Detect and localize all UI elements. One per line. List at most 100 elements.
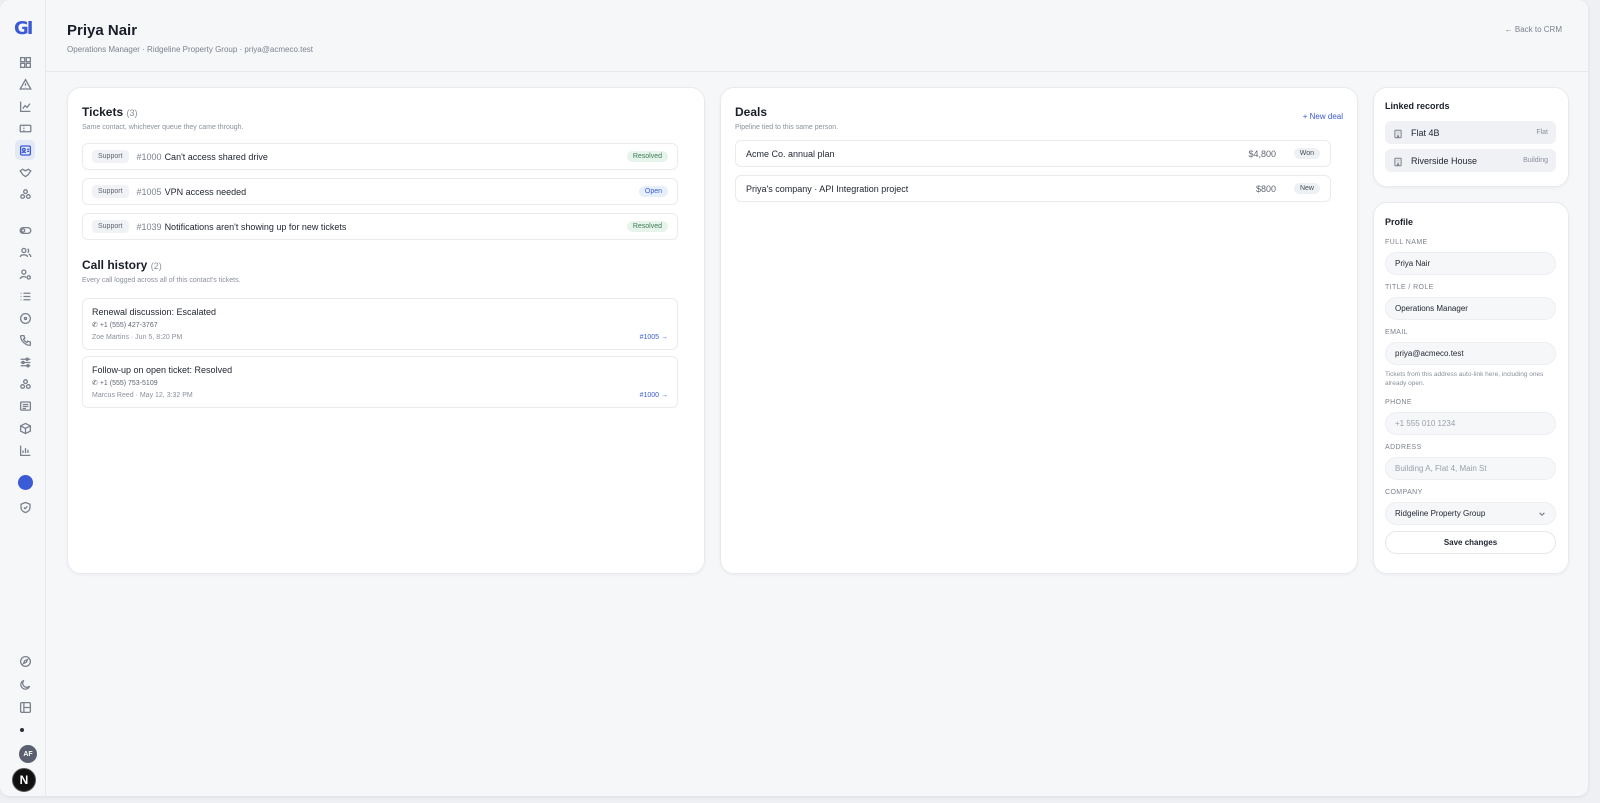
- linked-record-name: Flat 4B: [1411, 127, 1440, 138]
- profile-title: Profile: [1385, 217, 1414, 227]
- call-history-count: (2): [150, 261, 162, 271]
- linked-record-type: Flat: [1536, 129, 1548, 136]
- call-history-description: Every call logged across all of this con…: [82, 277, 241, 284]
- bar-chart-icon[interactable]: [15, 440, 35, 460]
- linked-record-type: Building: [1523, 157, 1548, 164]
- status-badge: Resolved: [626, 221, 668, 232]
- deal-row[interactable]: Priya's company · API Integration projec…: [735, 175, 1331, 202]
- avatar[interactable]: AF: [19, 745, 37, 763]
- app-window: GI AF N Priya Nair Operations Manager · …: [0, 0, 1588, 796]
- ticket-row[interactable]: Support #1000 Can't access shared drive …: [82, 143, 678, 170]
- address-label: ADDRESS: [1385, 444, 1422, 451]
- contacts-icon[interactable]: [15, 140, 35, 160]
- status-badge: Resolved: [626, 151, 668, 162]
- call-meta: Zoe Martins · Jun 5, 8:20 PM: [92, 334, 183, 341]
- call-phone-line: ✆ +1 (555) 753-5109: [92, 379, 158, 387]
- back-to-crm-link[interactable]: ← Back to CRM: [1505, 25, 1562, 34]
- deals-title: Deals: [735, 105, 768, 119]
- chevron-down-icon: [1538, 510, 1546, 518]
- ticket-title: Notifications aren't showing up for new …: [164, 221, 347, 232]
- ticket-row[interactable]: Support #1005 VPN access needed Open: [82, 178, 678, 205]
- role-field[interactable]: [1385, 297, 1556, 320]
- deal-amount: $4,800: [1248, 149, 1276, 159]
- new-deal-button[interactable]: + New deal: [1303, 112, 1343, 121]
- shield-icon[interactable]: [15, 497, 35, 517]
- queue-tag: Support: [92, 220, 129, 233]
- box-icon[interactable]: [15, 418, 35, 438]
- sidebar: GI AF N: [0, 0, 46, 796]
- sliders-icon[interactable]: [15, 352, 35, 372]
- page-header: Priya Nair Operations Manager · Ridgelin…: [46, 0, 1588, 72]
- call-item[interactable]: Renewal discussion: Escalated ✆ +1 (555)…: [82, 298, 678, 350]
- users-icon[interactable]: [15, 242, 35, 262]
- ticket-number: #1005: [136, 186, 162, 197]
- full-name-label: FULL NAME: [1385, 239, 1428, 246]
- call-ticket-link[interactable]: #1000 →: [640, 392, 668, 399]
- ticket-icon[interactable]: [15, 118, 35, 138]
- status-dot[interactable]: [18, 475, 33, 490]
- full-name-field[interactable]: [1385, 252, 1556, 275]
- app-logo[interactable]: GI: [14, 18, 36, 40]
- linked-record-item[interactable]: Flat 4B Flat: [1385, 121, 1556, 144]
- compass-icon[interactable]: [15, 651, 35, 671]
- moon-icon[interactable]: [15, 674, 35, 694]
- email-label: EMAIL: [1385, 329, 1409, 336]
- ticket-number: #1000: [136, 151, 162, 162]
- deal-stage-badge: New: [1293, 183, 1320, 194]
- phone-icon[interactable]: [15, 330, 35, 350]
- apps-icon[interactable]: [15, 374, 35, 394]
- company-value: Ridgeline Property Group: [1395, 509, 1486, 518]
- status-badge: Open: [638, 186, 668, 197]
- indicator-dot: [20, 728, 24, 732]
- chart-icon[interactable]: [15, 96, 35, 116]
- phone-icon: ✆: [92, 322, 100, 329]
- save-changes-button[interactable]: Save changes: [1385, 531, 1556, 554]
- handshake-icon[interactable]: [15, 162, 35, 182]
- company-label: COMPANY: [1385, 489, 1423, 496]
- profile-card: Profile FULL NAME TITLE / ROLE EMAIL Tic…: [1373, 202, 1569, 574]
- company-select[interactable]: Ridgeline Property Group: [1385, 502, 1556, 525]
- alert-icon[interactable]: [15, 74, 35, 94]
- tickets-title: Tickets: [82, 105, 124, 119]
- n-badge[interactable]: N: [12, 768, 36, 792]
- call-meta: Marcus Reed · May 12, 3:32 PM: [92, 392, 193, 399]
- linked-record-item[interactable]: Riverside House Building: [1385, 149, 1556, 172]
- deals-description: Pipeline tied to this same person.: [735, 124, 839, 131]
- page-subtitle: Operations Manager · Ridgeline Property …: [67, 45, 314, 54]
- layout-icon[interactable]: [15, 697, 35, 717]
- deals-card: Deals Pipeline tied to this same person.…: [720, 87, 1358, 574]
- phone-field[interactable]: [1385, 412, 1556, 435]
- deal-row[interactable]: Acme Co. annual plan $4,800 Won: [735, 140, 1331, 167]
- ticket-row[interactable]: Support #1039 Notifications aren't showi…: [82, 213, 678, 240]
- deal-stage-badge: Won: [1293, 148, 1320, 159]
- call-phone: +1 (555) 427-3767: [99, 322, 158, 329]
- role-label: TITLE / ROLE: [1385, 284, 1434, 291]
- tickets-count: (3): [126, 108, 138, 118]
- ticket-number: #1039: [136, 221, 162, 232]
- queue-tag: Support: [92, 150, 129, 163]
- queue-tag: Support: [92, 185, 129, 198]
- email-field[interactable]: [1385, 342, 1556, 365]
- ticket-title: Can't access shared drive: [164, 151, 268, 162]
- integrations-icon[interactable]: [15, 184, 35, 204]
- call-phone: +1 (555) 753-5109: [99, 380, 158, 387]
- list-icon[interactable]: [15, 286, 35, 306]
- call-ticket-link[interactable]: #1005 →: [640, 334, 668, 341]
- call-title: Follow-up on open ticket: Resolved: [92, 365, 233, 375]
- deal-amount: $800: [1255, 184, 1276, 194]
- call-history-title: Call history: [82, 258, 148, 272]
- user-settings-icon[interactable]: [15, 264, 35, 284]
- address-field[interactable]: [1385, 457, 1556, 480]
- phone-icon: ✆: [92, 380, 100, 387]
- circle-icon[interactable]: [15, 308, 35, 328]
- dashboard-icon[interactable]: [15, 52, 35, 72]
- linked-records-title: Linked records: [1385, 101, 1450, 111]
- toggle-icon[interactable]: [15, 220, 35, 240]
- call-phone-line: ✆ +1 (555) 427-3767: [92, 321, 158, 329]
- page-title: Priya Nair: [67, 22, 138, 39]
- call-item[interactable]: Follow-up on open ticket: Resolved ✆ +1 …: [82, 356, 678, 408]
- linked-record-name: Riverside House: [1411, 155, 1478, 166]
- ticket-title: VPN access needed: [164, 186, 247, 197]
- message-icon[interactable]: [15, 396, 35, 416]
- call-title: Renewal discussion: Escalated: [92, 307, 217, 317]
